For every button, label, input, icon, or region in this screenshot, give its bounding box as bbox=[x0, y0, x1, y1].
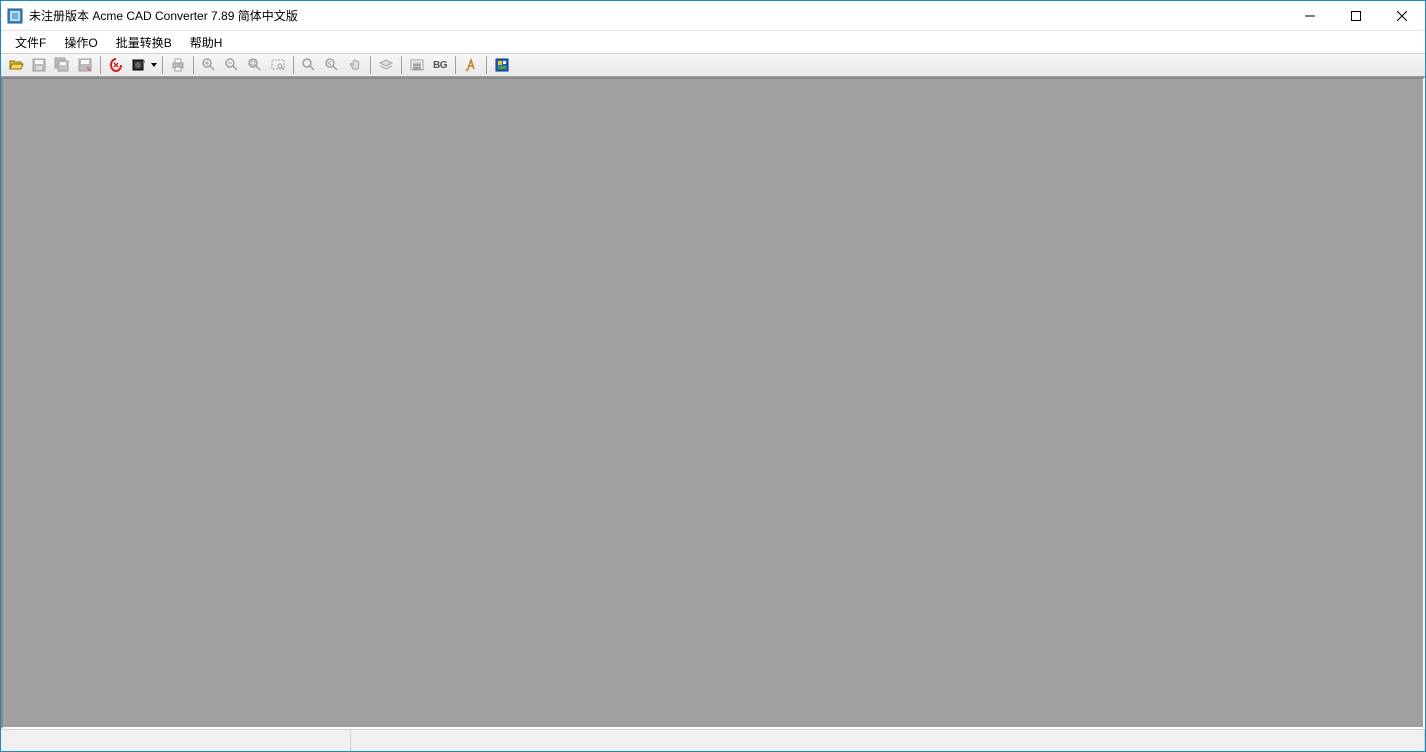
zoom-in-button[interactable] bbox=[198, 55, 220, 75]
line-width-icon bbox=[409, 57, 425, 73]
zoom-out-button[interactable] bbox=[221, 55, 243, 75]
export-caret[interactable] bbox=[150, 55, 158, 75]
window-controls bbox=[1287, 1, 1425, 30]
menu-operation[interactable]: 操作O bbox=[56, 32, 105, 53]
toolbar-separator bbox=[486, 56, 487, 74]
zoom-prev-button[interactable] bbox=[321, 55, 343, 75]
close-button[interactable] bbox=[1379, 1, 1425, 30]
toolbar-separator bbox=[401, 56, 402, 74]
export-dropdown[interactable] bbox=[128, 55, 158, 75]
statusbar bbox=[1, 729, 1425, 751]
line-width-button[interactable] bbox=[406, 55, 428, 75]
status-cell-1 bbox=[1, 730, 351, 751]
toolbar-separator bbox=[455, 56, 456, 74]
toolbar-separator bbox=[370, 56, 371, 74]
window-title: 未注册版本 Acme CAD Converter 7.89 简体中文版 bbox=[29, 7, 1287, 24]
zoom-in-icon bbox=[201, 57, 217, 73]
titlebar: 未注册版本 Acme CAD Converter 7.89 简体中文版 bbox=[1, 1, 1425, 31]
bg-label: BG bbox=[433, 60, 447, 71]
minimize-button[interactable] bbox=[1287, 1, 1333, 30]
save-icon bbox=[31, 57, 47, 73]
app-icon bbox=[7, 8, 23, 24]
open-button[interactable] bbox=[5, 55, 27, 75]
menu-batch[interactable]: 批量转换B bbox=[108, 32, 180, 53]
open-icon bbox=[8, 57, 24, 73]
zoom-extent-button[interactable] bbox=[298, 55, 320, 75]
export-icon bbox=[131, 57, 147, 73]
save-all-icon bbox=[54, 57, 70, 73]
toolbar-separator bbox=[193, 56, 194, 74]
pdf-icon bbox=[108, 57, 124, 73]
export-button[interactable] bbox=[128, 55, 150, 75]
menubar: 文件F 操作O 批量转换B 帮助H bbox=[1, 31, 1425, 53]
save-as-button[interactable] bbox=[74, 55, 96, 75]
layer-button[interactable] bbox=[375, 55, 397, 75]
zoom-prev-icon bbox=[324, 57, 340, 73]
register-button[interactable] bbox=[491, 55, 513, 75]
zoom-window-button[interactable] bbox=[267, 55, 289, 75]
register-icon bbox=[494, 57, 510, 73]
font-button[interactable] bbox=[460, 55, 482, 75]
status-cell-2 bbox=[351, 730, 1425, 751]
zoom-out-icon bbox=[224, 57, 240, 73]
zoom-extent-icon bbox=[301, 57, 317, 73]
pan-button[interactable] bbox=[344, 55, 366, 75]
toolbar-separator bbox=[293, 56, 294, 74]
zoom-fit-button[interactable] bbox=[244, 55, 266, 75]
pan-icon bbox=[347, 57, 363, 73]
toolbar: BG bbox=[1, 53, 1425, 77]
font-icon bbox=[463, 57, 479, 73]
layer-icon bbox=[378, 57, 394, 73]
print-icon bbox=[170, 57, 186, 73]
toolbar-separator bbox=[100, 56, 101, 74]
toolbar-separator bbox=[162, 56, 163, 74]
print-button[interactable] bbox=[167, 55, 189, 75]
save-all-button[interactable] bbox=[51, 55, 73, 75]
workspace bbox=[1, 77, 1425, 729]
zoom-fit-icon bbox=[247, 57, 263, 73]
save-as-icon bbox=[77, 57, 93, 73]
maximize-button[interactable] bbox=[1333, 1, 1379, 30]
pdf-button[interactable] bbox=[105, 55, 127, 75]
zoom-window-icon bbox=[270, 57, 286, 73]
menu-help[interactable]: 帮助H bbox=[182, 32, 231, 53]
bg-color-button[interactable]: BG bbox=[429, 55, 451, 75]
save-button[interactable] bbox=[28, 55, 50, 75]
menu-file[interactable]: 文件F bbox=[7, 32, 54, 53]
